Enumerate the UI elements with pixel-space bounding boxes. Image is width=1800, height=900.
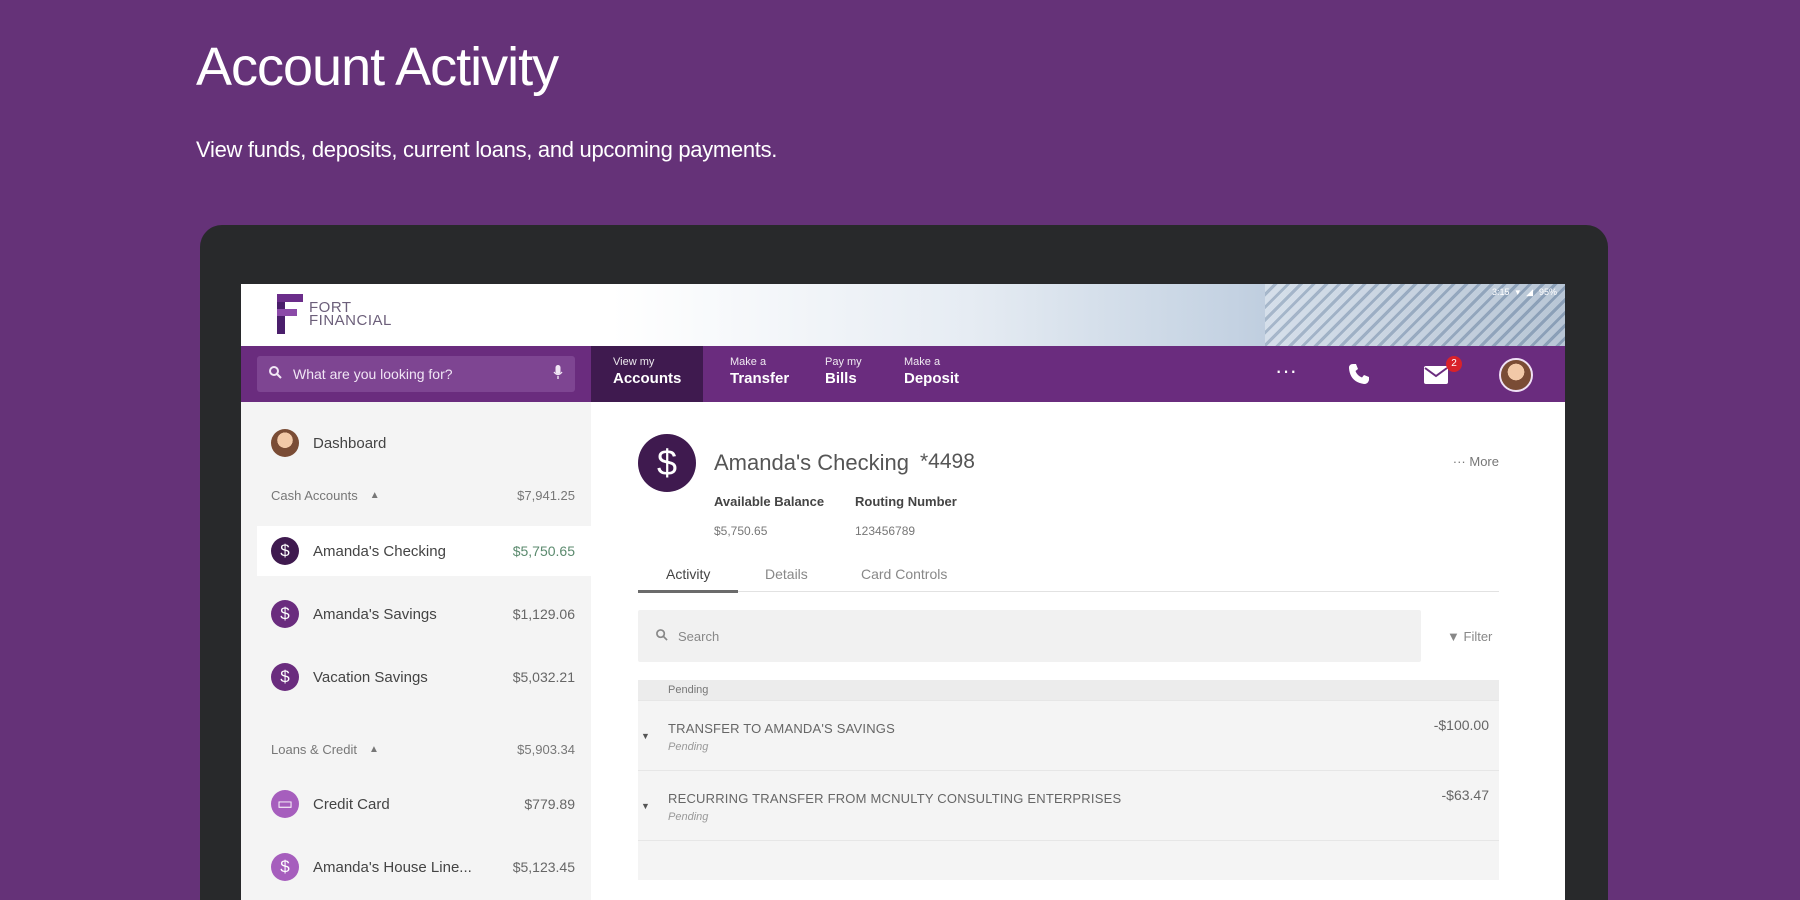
filter-icon: ▼ xyxy=(1447,629,1460,644)
sidebar-item-amandas-checking[interactable]: $ Amanda's Checking $5,750.65 xyxy=(257,526,591,576)
expand-caret-icon[interactable]: ▼ xyxy=(641,731,650,741)
ellipsis-icon: ··· xyxy=(1452,454,1466,469)
status-time: 3:15 xyxy=(1492,287,1510,297)
promo-title: Account Activity xyxy=(196,37,559,97)
dollar-icon: $ xyxy=(271,663,299,691)
transaction-row[interactable]: ▼ RECURRING TRANSFER FROM MCNULTY CONSUL… xyxy=(638,770,1499,840)
activity-search-input[interactable]: Search xyxy=(638,610,1421,662)
search-icon xyxy=(269,366,283,382)
tab-details[interactable]: Details xyxy=(765,566,808,582)
dollar-icon: $ xyxy=(271,537,299,565)
tab-card-controls[interactable]: Card Controls xyxy=(861,566,947,582)
brand-logo[interactable]: FORT FINANCIAL xyxy=(277,294,392,334)
nav-tab-accounts[interactable]: View my Accounts xyxy=(591,346,704,402)
activity-search-placeholder: Search xyxy=(678,628,720,644)
available-balance-value: $5,750.65 xyxy=(714,524,768,538)
global-search-placeholder: What are you looking for? xyxy=(293,366,453,382)
sidebar-item-house-line[interactable]: $ Amanda's House Line... $5,123.45 xyxy=(241,842,591,892)
loans-credit-header[interactable]: Loans & Credit ▲ $5,903.34 xyxy=(271,742,575,757)
dollar-icon: $ xyxy=(271,853,299,881)
account-detail-panel: $ Amanda's Checking *4498 ··· More Avail… xyxy=(591,402,1565,900)
wifi-icon: ▾ xyxy=(1515,286,1521,297)
transaction-list: Pending ▼ TRANSFER TO AMANDA'S SAVINGS P… xyxy=(638,680,1499,880)
tab-activity[interactable]: Activity xyxy=(666,566,710,582)
account-number: *4498 xyxy=(920,450,975,473)
signal-icon: ◢ xyxy=(1526,286,1533,297)
sidebar-item-vacation-savings[interactable]: $ Vacation Savings $5,032.21 xyxy=(241,652,591,702)
global-search-input[interactable]: What are you looking for? xyxy=(257,356,575,392)
user-avatar-small xyxy=(271,429,299,457)
dollar-icon: $ xyxy=(638,434,696,492)
transaction-description: TRANSFER TO AMANDA'S SAVINGS xyxy=(668,721,895,736)
filter-button[interactable]: ▼ Filter xyxy=(1447,629,1492,644)
more-options-icon[interactable]: ··· xyxy=(1275,358,1297,384)
transaction-row[interactable] xyxy=(638,840,1499,880)
pending-section-header: Pending xyxy=(638,680,1499,700)
transaction-amount: -$63.47 xyxy=(1441,787,1489,803)
nav-tab-deposit[interactable]: Make a Deposit xyxy=(882,346,981,402)
microphone-icon[interactable] xyxy=(553,365,563,383)
transaction-status: Pending xyxy=(668,741,709,753)
battery-level: 95% xyxy=(1538,287,1557,297)
mail-icon[interactable] xyxy=(1424,364,1448,390)
top-navbar: What are you looking for? View my Accoun… xyxy=(241,346,1565,402)
cash-accounts-header[interactable]: Cash Accounts ▲ $7,941.25 xyxy=(271,488,575,503)
brand-wordmark: FORT FINANCIAL xyxy=(309,299,392,329)
accounts-sidebar: Dashboard Cash Accounts ▲ $7,941.25 $ Am… xyxy=(241,402,591,900)
status-bar: 3:15 ▾ ◢ 95% xyxy=(241,284,1565,300)
mail-badge: 2 xyxy=(1446,356,1462,372)
transaction-status: Pending xyxy=(668,811,709,823)
dollar-icon: $ xyxy=(271,600,299,628)
sidebar-item-credit-card[interactable]: ▭ Credit Card $779.89 xyxy=(241,779,591,829)
routing-number-value: 123456789 xyxy=(855,524,916,538)
routing-number-label: Routing Number xyxy=(855,494,957,509)
more-button[interactable]: ··· More xyxy=(1453,454,1499,469)
nav-tab-transfer[interactable]: Make a Transfer xyxy=(708,346,811,402)
nav-tab-bills[interactable]: Pay my Bills xyxy=(803,346,884,402)
phone-icon[interactable] xyxy=(1347,362,1371,392)
transaction-amount: -$100.00 xyxy=(1433,717,1489,733)
logo-mark-icon xyxy=(277,294,303,334)
account-name: Amanda's Checking xyxy=(714,450,909,475)
search-icon xyxy=(656,628,668,644)
transaction-row[interactable]: ▼ TRANSFER TO AMANDA'S SAVINGS Pending -… xyxy=(638,700,1499,770)
transaction-description: RECURRING TRANSFER FROM MCNULTY CONSULTI… xyxy=(668,791,1122,806)
expand-caret-icon[interactable]: ▼ xyxy=(641,801,650,811)
account-tabs: Activity Details Card Controls xyxy=(638,554,1499,593)
sidebar-item-amandas-savings[interactable]: $ Amanda's Savings $1,129.06 xyxy=(241,589,591,639)
active-tab-indicator xyxy=(638,590,738,593)
promo-subtitle: View funds, deposits, current loans, and… xyxy=(196,137,778,162)
available-balance-label: Available Balance xyxy=(714,494,825,509)
chevron-up-icon: ▲ xyxy=(369,490,380,501)
sidebar-item-dashboard[interactable]: Dashboard xyxy=(241,418,591,468)
user-avatar[interactable] xyxy=(1499,358,1533,392)
app-screen: 3:15 ▾ ◢ 95% FORT FINANCIAL What are you… xyxy=(241,284,1565,900)
credit-card-icon: ▭ xyxy=(271,790,299,818)
chevron-up-icon: ▲ xyxy=(369,744,379,755)
